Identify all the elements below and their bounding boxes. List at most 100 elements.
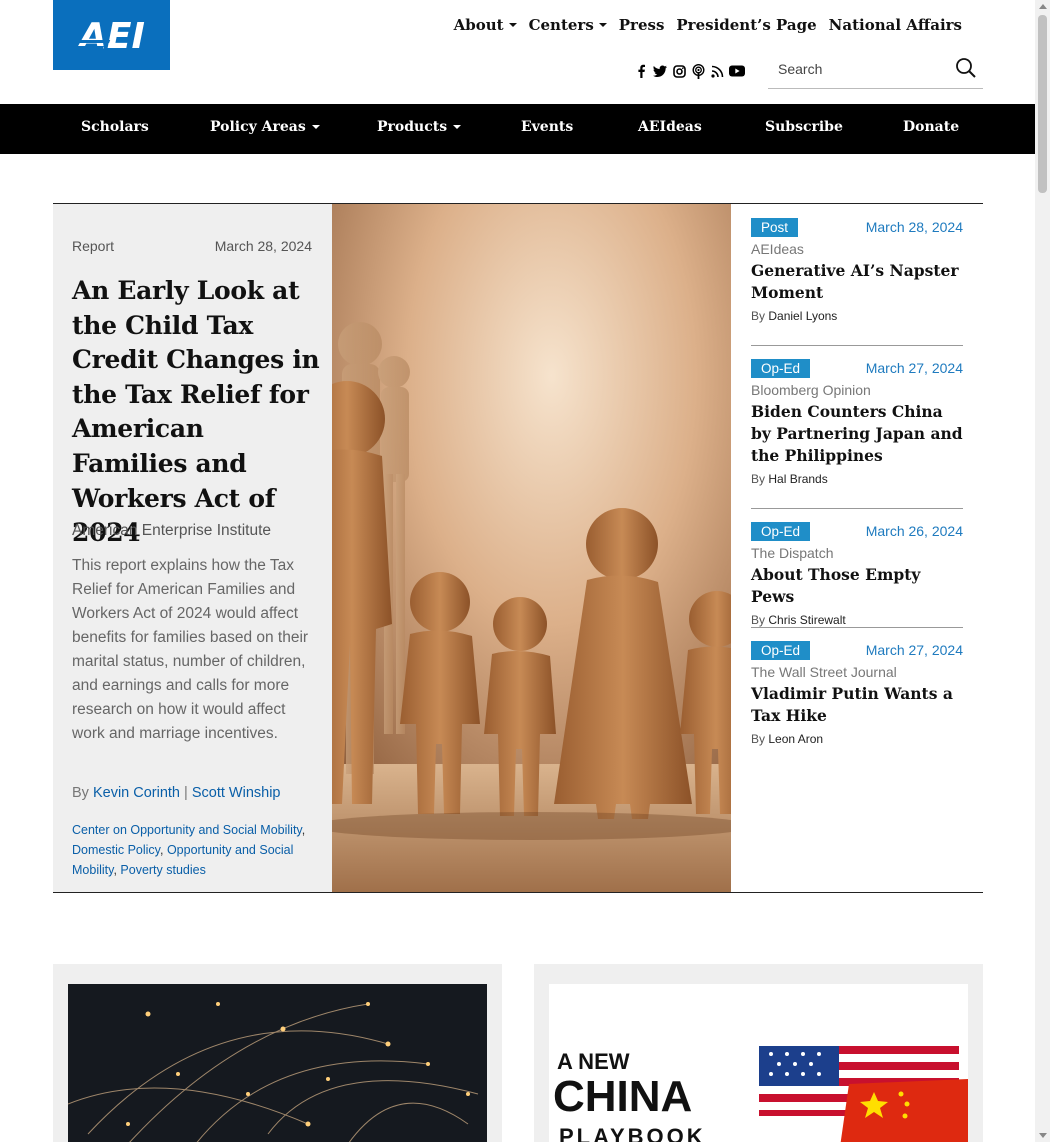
search-icon[interactable] — [955, 57, 977, 79]
feature-tags: Center on Opportunity and Social Mobilit… — [72, 823, 306, 877]
nav-subscribe[interactable]: Subscribe — [765, 119, 843, 135]
youtube-icon[interactable] — [729, 63, 745, 79]
nav-label: AEIdeas — [638, 119, 702, 135]
item-date: March 26, 2024 — [865, 523, 963, 539]
tag-link[interactable]: Poverty studies — [120, 863, 205, 877]
divider — [53, 892, 983, 893]
nav-aeideas[interactable]: AEIdeas — [638, 119, 702, 135]
sidebar-item: Op-Ed March 26, 2024 The Dispatch About T… — [751, 519, 963, 627]
top-nav-about[interactable]: About — [454, 16, 517, 34]
byline-prefix: By — [751, 613, 766, 627]
tag-link[interactable]: Center on Opportunity and Social Mobilit… — [72, 823, 302, 837]
item-title[interactable]: Generative AI’s Napster Moment — [751, 260, 963, 304]
author-link[interactable]: Scott Winship — [192, 785, 281, 801]
nav-label: Scholars — [81, 119, 149, 135]
item-date: March 28, 2024 — [865, 219, 963, 235]
top-nav-label: National Affairs — [828, 16, 962, 34]
feature-description: This report explains how the Tax Relief … — [72, 557, 309, 742]
item-title[interactable]: Biden Counters China by Partnering Japan… — [751, 401, 963, 467]
sidebar-item: Op-Ed March 27, 2024 The Wall Street Jour… — [751, 638, 963, 746]
item-source: AEIdeas — [751, 241, 804, 257]
author-link[interactable]: Hal Brands — [768, 472, 827, 486]
divider — [751, 345, 963, 346]
item-byline: By Daniel Lyons — [751, 309, 963, 323]
feature-byline: By Kevin Corinth | Scott Winship — [72, 785, 281, 801]
feature-image[interactable] — [332, 204, 731, 892]
facebook-icon[interactable] — [634, 63, 648, 79]
social-links — [634, 63, 745, 79]
top-nav-national-affairs[interactable]: National Affairs — [829, 16, 962, 34]
nav-events[interactable]: Events — [521, 119, 573, 135]
nav-label: Products — [377, 119, 448, 135]
byline-prefix: By — [751, 732, 766, 746]
feature-article: Report March 28, 2024 An Early Look at t… — [53, 204, 332, 892]
nav-label: Donate — [903, 119, 960, 135]
author-separator: | — [184, 785, 188, 801]
scroll-up-icon[interactable] — [1039, 4, 1047, 9]
byline-prefix: By — [751, 472, 766, 486]
page-scrollbar[interactable] — [1035, 0, 1050, 1142]
type-badge[interactable]: Op-Ed — [751, 640, 811, 660]
nav-products[interactable]: Products — [377, 119, 462, 135]
divider — [751, 508, 963, 509]
caret-down-icon — [508, 23, 517, 27]
top-nav-centers[interactable]: Centers — [529, 16, 607, 34]
aei-logo[interactable]: AEI — [53, 0, 170, 70]
article-card: A NEW CHINA PLAYBOOK — [534, 964, 983, 1142]
item-date: March 27, 2024 — [865, 360, 963, 376]
sidebar-item: Post March 28, 2024 AEIdeas Generative AI… — [751, 215, 963, 323]
divider — [751, 627, 963, 628]
card-image[interactable]: A NEW CHINA PLAYBOOK — [549, 984, 968, 1142]
feature-meta: Report March 28, 2024 — [72, 238, 312, 254]
scroll-thumb[interactable] — [1038, 15, 1047, 193]
top-nav-press[interactable]: Press — [619, 16, 665, 34]
podcast-icon[interactable] — [691, 63, 705, 79]
item-source: The Dispatch — [751, 545, 834, 561]
item-source: Bloomberg Opinion — [751, 382, 871, 398]
rss-icon[interactable] — [710, 63, 724, 79]
top-nav: About Centers Press President’s Page Nat… — [454, 16, 962, 34]
nav-donate[interactable]: Donate — [903, 119, 959, 135]
scroll-down-icon[interactable] — [1039, 1133, 1047, 1138]
search-box — [768, 55, 983, 89]
aei-logo-icon: AEI — [69, 16, 145, 57]
type-badge[interactable]: Op-Ed — [751, 521, 811, 541]
type-badge[interactable]: Post — [751, 217, 799, 237]
svg-text:AEI: AEI — [76, 16, 145, 57]
item-byline: By Hal Brands — [751, 472, 963, 486]
instagram-icon[interactable] — [672, 63, 686, 79]
svg-text:PLAYBOOK: PLAYBOOK — [559, 1124, 706, 1142]
item-byline: By Leon Aron — [751, 732, 963, 746]
nav-policy-areas[interactable]: Policy Areas — [210, 119, 320, 135]
nav-label: Events — [521, 119, 574, 135]
item-byline: By Chris Stirewalt — [751, 613, 963, 627]
author-link[interactable]: Kevin Corinth — [93, 785, 180, 801]
nav-label: Subscribe — [765, 119, 843, 135]
caret-down-icon — [453, 125, 462, 129]
feature-date: March 28, 2024 — [214, 238, 312, 254]
nav-label: Policy Areas — [210, 119, 306, 135]
top-nav-presidents-page[interactable]: President’s Page — [676, 16, 816, 34]
author-link[interactable]: Daniel Lyons — [768, 309, 837, 323]
nav-scholars[interactable]: Scholars — [81, 119, 149, 135]
svg-text:A NEW: A NEW — [557, 1049, 630, 1074]
article-card — [53, 964, 502, 1142]
svg-text:CHINA: CHINA — [553, 1072, 692, 1121]
tag-link[interactable]: Domestic Policy — [72, 843, 160, 857]
author-link[interactable]: Chris Stirewalt — [768, 613, 845, 627]
item-title[interactable]: About Those Empty Pews — [751, 564, 963, 608]
item-title[interactable]: Vladimir Putin Wants a Tax Hike — [751, 683, 963, 727]
feature-title[interactable]: An Early Look at the Child Tax Credit Ch… — [72, 274, 320, 551]
byline-prefix: By — [72, 785, 89, 801]
caret-down-icon — [311, 125, 320, 129]
item-date: March 27, 2024 — [865, 642, 963, 658]
twitter-icon[interactable] — [653, 63, 667, 79]
type-badge[interactable]: Op-Ed — [751, 358, 811, 378]
author-link[interactable]: Leon Aron — [768, 732, 823, 746]
search-input[interactable] — [778, 61, 948, 77]
feature-organization: American Enterprise Institute — [72, 522, 272, 539]
top-nav-label: Press — [618, 16, 665, 34]
card-image[interactable] — [68, 984, 487, 1142]
top-nav-label: President’s Page — [676, 16, 817, 34]
top-nav-label: Centers — [528, 16, 594, 34]
